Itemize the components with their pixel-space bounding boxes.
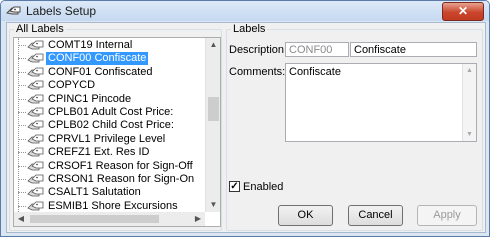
tree-branch-line — [18, 138, 26, 140]
tree-branch-line — [18, 112, 26, 113]
list-horizontal-thumb[interactable] — [30, 215, 159, 223]
tree-connector-line — [18, 38, 19, 226]
comments-scrollbar: ▲ ▼ — [462, 64, 476, 141]
tree-branch-line — [18, 125, 26, 127]
title-bar[interactable]: Labels Setup ✕ — [1, 1, 489, 21]
label-item-text: ESMIB1 Shore Excursions — [48, 199, 178, 212]
label-item-text: COMT19 Internal — [48, 39, 133, 51]
close-button[interactable]: ✕ — [442, 2, 484, 21]
list-vertical-thumb[interactable] — [208, 97, 219, 121]
ok-button[interactable]: OK — [278, 205, 333, 226]
tree-branch-line — [18, 192, 26, 194]
tree-branch-line — [18, 98, 26, 100]
all-labels-legend: All Labels — [16, 23, 64, 35]
enabled-checkbox[interactable]: ✓ — [229, 181, 240, 192]
tag-icon — [27, 94, 44, 103]
comments-field[interactable]: Confiscate ▲ ▼ — [285, 63, 477, 142]
tag-icon — [27, 67, 44, 77]
tag-icon — [27, 53, 44, 63]
label-item-text: CONF01 Confiscated — [48, 65, 153, 78]
tree-branch-line — [18, 165, 26, 167]
tag-icon — [27, 161, 44, 170]
comments-scroll-down-icon: ▼ — [466, 131, 473, 138]
window-title: Labels Setup — [26, 4, 97, 18]
tag-icon — [27, 134, 44, 144]
label-item-text: CRSON1 Reason for Sign-On — [48, 173, 195, 185]
tag-icon — [27, 147, 44, 157]
tree-branch-line — [18, 45, 26, 46]
scroll-down-arrow-icon[interactable]: ▼ — [206, 198, 220, 212]
comments-label: Comments: — [229, 66, 286, 78]
tree-branch-line — [18, 58, 26, 60]
cancel-button[interactable]: Cancel — [348, 205, 403, 226]
tree-branch-line — [18, 179, 26, 180]
label-item-text: CRSOF1 Reason for Sign-Off — [48, 159, 193, 172]
labels-legend: Labels — [233, 23, 266, 35]
tree-branch-line — [18, 85, 26, 87]
close-icon: ✕ — [457, 4, 469, 18]
tag-icon — [27, 120, 44, 130]
label-item-text: CPLB01 Adult Cost Price: — [48, 106, 174, 118]
tag-icon — [27, 80, 44, 90]
tree-branch-line — [18, 205, 26, 207]
scroll-left-arrow-icon[interactable]: ◀ — [14, 212, 28, 226]
tree-branch-line — [18, 152, 26, 154]
enabled-label: Enabled — [243, 181, 284, 193]
description-field[interactable]: Confiscate — [350, 42, 477, 57]
comments-text: Confiscate — [289, 66, 341, 78]
scroll-right-arrow-icon[interactable]: ▶ — [191, 212, 205, 226]
label-item-text: CSALT1 Salutation — [48, 186, 141, 199]
label-item-text: CPINC1 Pincode — [48, 92, 132, 105]
label-item-text: COPYCD — [48, 79, 96, 92]
tag-icon — [27, 187, 44, 197]
tag-icon — [27, 174, 44, 184]
labels-setup-window: Labels Setup ✕ All Labels COMT19 Interna… — [0, 0, 490, 237]
description-label: Description: — [229, 44, 288, 56]
label-item-text: CPRVL1 Privilege Level — [48, 132, 166, 145]
description-code-field: CONF00 — [285, 42, 349, 57]
list-horizontal-scrollbar[interactable]: ◀ ▶ — [14, 212, 205, 226]
tag-icon — [27, 201, 44, 211]
checkmark-icon: ✓ — [230, 181, 239, 192]
list-vertical-scrollbar[interactable]: ▲ ▼ — [205, 38, 220, 212]
tag-icon — [27, 107, 44, 117]
comments-scroll-up-icon: ▲ — [466, 67, 473, 74]
scroll-up-arrow-icon[interactable]: ▲ — [206, 38, 220, 52]
labels-app-icon — [6, 6, 21, 15]
labels-tree-list[interactable]: COMT19 Internal CONF00 Confiscate CONF01 C… — [13, 37, 221, 227]
apply-button: Apply — [417, 205, 477, 226]
label-item-text: CONF00 Confiscate — [46, 52, 149, 66]
tag-icon — [27, 40, 44, 50]
label-item-text: CPLB02 Child Cost Price: — [48, 119, 174, 132]
dialog-body: All Labels COMT19 Internal CONF00 Confisc… — [6, 22, 486, 233]
tree-branch-line — [18, 71, 26, 73]
label-item-text: CREFZ1 Ext. Res ID — [48, 146, 150, 159]
